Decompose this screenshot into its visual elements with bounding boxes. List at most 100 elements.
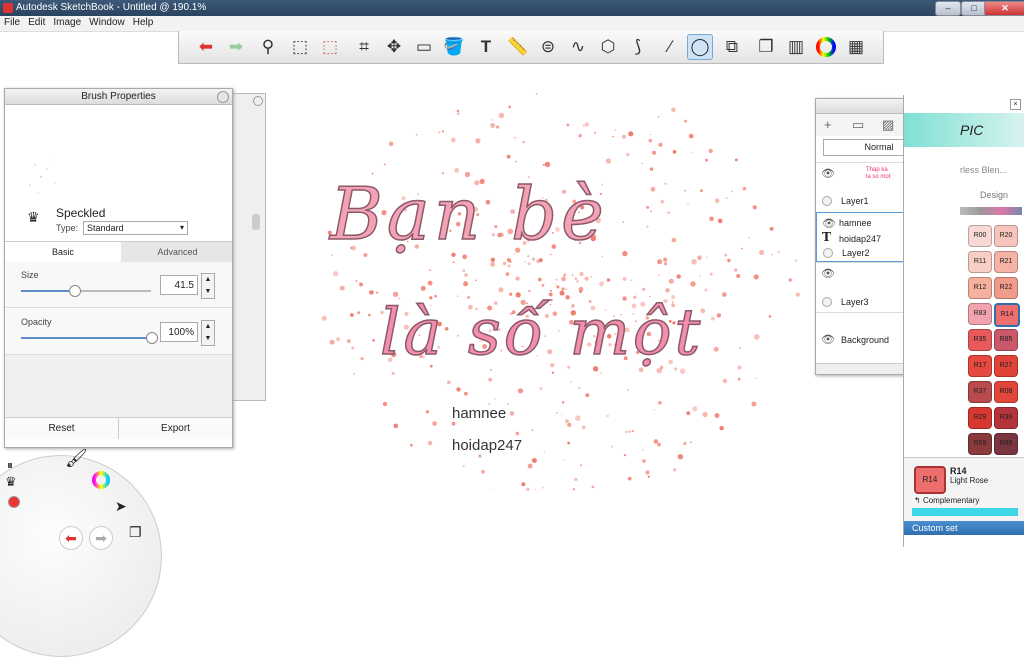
crop-icon[interactable]: ⌗	[351, 34, 377, 60]
copic-swatch[interactable]: R00	[968, 225, 992, 247]
size-input[interactable]: 41.5	[160, 275, 198, 295]
copic-swatch[interactable]: R27	[994, 355, 1018, 377]
menu-file[interactable]: File	[0, 16, 24, 29]
copic-swatch[interactable]: R85	[994, 329, 1018, 351]
speckle-dot	[521, 482, 526, 487]
menu-window[interactable]: Window	[85, 16, 129, 29]
add-layer-icon[interactable]: +	[824, 117, 832, 132]
copic-swatch[interactable]: R29	[968, 407, 992, 429]
lagoon-undo-icon[interactable]: ⬅	[59, 526, 83, 550]
copic-swatch[interactable]: R39	[994, 407, 1018, 429]
color-wheel-icon[interactable]	[813, 34, 839, 60]
stroke-icon[interactable]: ⁄	[657, 34, 683, 60]
copic-close-icon[interactable]: ×	[1010, 99, 1021, 110]
copic-swatch[interactable]: R17	[968, 355, 992, 377]
select-icon[interactable]: ⬚	[287, 34, 313, 60]
distort-icon[interactable]: ▭	[411, 34, 437, 60]
brush-panel-header[interactable]: Brush Properties	[5, 89, 232, 105]
copy-icon[interactable]: ❐	[753, 34, 779, 60]
copic-swatch[interactable]: R37	[968, 381, 992, 403]
lagoon-redo-icon[interactable]: ➡	[89, 526, 113, 550]
opacity-label: Opacity	[21, 317, 52, 327]
bucket-icon[interactable]: 🪣	[441, 34, 467, 60]
redo-icon[interactable]: ➡	[223, 34, 249, 60]
reset-button[interactable]: Reset	[5, 418, 119, 439]
perspective-icon[interactable]: ⬡	[595, 34, 621, 60]
eye-icon[interactable]: 👁	[821, 167, 835, 180]
ruler-icon[interactable]: 📏	[505, 34, 531, 60]
copic-swatch[interactable]: R89	[994, 433, 1018, 455]
menu-help[interactable]: Help	[129, 16, 158, 29]
copic-swatch[interactable]: R11	[968, 251, 992, 273]
speckle-dot	[684, 119, 688, 123]
crop-select-icon[interactable]: ⬚	[317, 34, 343, 60]
cursor-icon[interactable]: ➤	[115, 498, 127, 515]
move-icon[interactable]: ✥	[381, 34, 407, 60]
layer-copy-icon[interactable]: ❐	[129, 524, 142, 541]
ellipse-guide-icon[interactable]: ⊜	[535, 34, 561, 60]
eye-icon[interactable]: 👁	[821, 333, 835, 346]
complementary-label: ↰ Complementary	[914, 496, 980, 505]
drawing-canvas[interactable]: Bạn bè là số một hamnee hoidap247	[300, 70, 820, 510]
zoom-icon[interactable]: ⚲	[255, 34, 281, 60]
speckle-dot	[388, 141, 394, 147]
brush-library-icon[interactable]: ▥	[783, 34, 809, 60]
copic-set-name: rless Blen...	[960, 165, 1008, 175]
copic-swatch[interactable]: R14	[994, 303, 1020, 327]
speckle-dot	[531, 458, 537, 463]
copic-family-strip[interactable]	[960, 207, 1022, 215]
export-button[interactable]: Export	[119, 418, 232, 439]
copic-swatch[interactable]: R59	[968, 433, 992, 455]
opacity-stepper[interactable]: ▲ ▼	[201, 320, 215, 346]
copic-swatch[interactable]: R20	[994, 225, 1018, 247]
speckle-dot	[722, 378, 728, 384]
brush-panel-close[interactable]	[217, 91, 229, 103]
add-group-icon[interactable]: ▭	[852, 117, 864, 133]
copic-swatch[interactable]: R83	[968, 303, 992, 325]
menu-edit[interactable]: Edit	[24, 16, 49, 29]
brush-swatch-icon[interactable]: ♛	[5, 474, 17, 490]
add-image-icon[interactable]: ▨	[882, 117, 894, 133]
size-slider[interactable]	[21, 285, 151, 297]
pause-icon[interactable]: ⏸	[7, 458, 13, 473]
paint-brush-icon[interactable]: 🖌	[65, 448, 88, 469]
layer-radio[interactable]	[822, 297, 832, 307]
ellipse-icon[interactable]: ◯	[687, 34, 713, 60]
curve-icon[interactable]: ∿	[565, 34, 591, 60]
layer-radio[interactable]	[822, 196, 832, 206]
custom-set-header[interactable]: Custom set	[904, 521, 1024, 535]
copic-swatch[interactable]: R35	[968, 329, 992, 351]
copic-swatch[interactable]: R22	[994, 277, 1018, 299]
layer-radio[interactable]	[823, 248, 833, 258]
secondary-panel-close[interactable]	[253, 96, 263, 106]
size-stepper[interactable]: ▲ ▼	[201, 273, 215, 299]
speckle-dot	[498, 112, 505, 119]
close-button[interactable]: ✕	[984, 1, 1024, 16]
symmetry-icon[interactable]: ⟆	[625, 34, 651, 60]
tab-advanced[interactable]: Advanced	[123, 242, 232, 262]
brush-preview	[29, 159, 56, 194]
size-slider-knob[interactable]	[69, 285, 82, 297]
eye-icon[interactable]: 👁	[822, 217, 836, 230]
current-color-dot[interactable]	[8, 496, 20, 508]
menu-image[interactable]: Image	[49, 16, 85, 29]
shape-icon[interactable]: ⧉	[719, 34, 745, 60]
opacity-slider-knob[interactable]	[146, 332, 158, 344]
opacity-slider[interactable]	[21, 332, 158, 344]
complementary-color-bar[interactable]	[912, 508, 1018, 516]
minimize-button[interactable]: –	[935, 1, 961, 16]
opacity-input[interactable]: 100%	[160, 322, 198, 342]
scrollbar-thumb[interactable]	[252, 214, 260, 230]
copic-tab-design[interactable]: Design	[980, 190, 1008, 200]
selected-color-swatch[interactable]: R14	[914, 466, 946, 494]
copic-swatch[interactable]: R08	[994, 381, 1018, 403]
eye-icon[interactable]: 👁	[821, 267, 835, 280]
color-puck-icon[interactable]	[91, 470, 111, 493]
copic-swatch[interactable]: R12	[968, 277, 992, 299]
copic-swatch[interactable]: R21	[994, 251, 1018, 273]
text-icon[interactable]: T	[473, 34, 499, 60]
tab-basic[interactable]: Basic	[5, 242, 121, 262]
brush-type-select[interactable]: Standard ▾	[83, 221, 188, 235]
undo-icon[interactable]: ⬅	[193, 34, 219, 60]
swatches-icon[interactable]: ▦	[843, 34, 869, 60]
